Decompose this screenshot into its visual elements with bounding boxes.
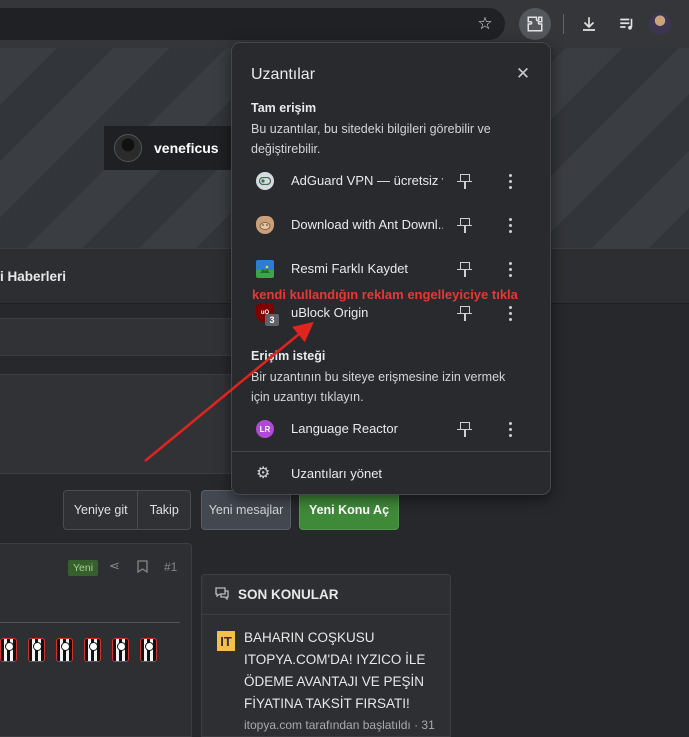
blocked-count-badge: 3 [265,314,279,326]
emoji-row [0,638,157,662]
extension-name: Download with Ant Downl... [291,217,443,232]
address-bar[interactable] [0,8,505,40]
extension-name: Resmi Farklı Kaydet [291,261,409,276]
username: veneficus [154,140,219,156]
pin-icon[interactable] [456,171,474,191]
toolbar-separator [563,14,564,34]
besiktas-emoji-icon [140,638,157,662]
itopya-logo-icon: IT [217,631,235,651]
new-messages-button[interactable]: Yeni mesajlar [201,490,291,530]
post-number[interactable]: #1 [164,560,177,574]
share-icon[interactable]: ⋖ [109,558,120,574]
breadcrumb-bar [0,318,260,356]
go-to-new-button[interactable]: Yeniye git [64,491,139,529]
new-topic-button[interactable]: Yeni Konu Aç [299,490,399,530]
besiktas-emoji-icon [84,638,101,662]
more-options-icon[interactable] [500,168,520,194]
widget-title: SON KONULAR [238,587,339,602]
extension-row-language-reactor[interactable]: LR Language Reactor [232,407,550,451]
gear-icon: ⚙ [256,465,271,482]
ant-downloader-icon [256,216,274,234]
profile-avatar[interactable] [649,13,671,35]
language-reactor-icon: LR [256,420,274,438]
topic-meta: itopya.com tarafından başlatıldı · 31 [244,718,435,732]
thread-header [0,374,260,474]
divider [0,622,180,623]
extension-row-adguard[interactable]: AdGuard VPN — ücretsiz v... [232,159,550,203]
access-request-description: Bir uzantının bu siteye erişmesine izin … [251,370,506,404]
follow-button[interactable]: Takip [138,491,190,529]
latest-topics-widget: SON KONULAR IT BAHARIN COŞKUSU ITOPYA.CO… [201,574,451,737]
extensions-puzzle-icon[interactable] [519,8,551,40]
avatar [114,134,142,162]
besiktas-emoji-icon [0,638,17,662]
first-post: Yeni ⋖ #1 [0,543,192,737]
new-badge: Yeni [68,560,99,576]
access-request-heading: Erişim isteği [251,349,326,363]
manage-extensions-label: Uzantıları yönet [291,466,383,481]
pin-icon[interactable] [456,419,474,439]
extension-row-ant-downloader[interactable]: Download with Ant Downl... [232,203,550,247]
extension-name: uBlock Origin [291,305,369,320]
extension-row-save-image[interactable]: Resmi Farklı Kaydet [232,247,550,291]
besiktas-emoji-icon [112,638,129,662]
pin-icon[interactable] [456,215,474,235]
user-chip[interactable]: veneficus [104,126,232,170]
nav-label[interactable]: i Haberleri [0,269,66,284]
extensions-popup: Uzantılar ✕ Tam erişim Bu uzantılar, bu … [231,42,551,495]
more-options-icon[interactable] [500,300,520,326]
annotation-text: kendi kullandığın reklam engelleyiciye t… [252,287,518,302]
topic-link[interactable]: BAHARIN COŞKUSU ITOPYA.COM'DA! IYZICO İL… [244,627,444,715]
full-access-heading: Tam erişim [251,101,317,115]
manage-extensions-item[interactable]: ⚙ Uzantıları yönet [232,453,550,493]
extension-name: AdGuard VPN — ücretsiz v... [291,173,443,188]
extension-name: Language Reactor [291,421,398,436]
save-image-as-icon [256,260,274,278]
adguard-vpn-icon [256,172,274,190]
pin-icon[interactable] [456,259,474,279]
browser-toolbar: ☆ [0,0,689,48]
bookmark-star-icon[interactable]: ☆ [469,8,501,40]
besiktas-emoji-icon [56,638,73,662]
bookmark-icon[interactable] [137,558,148,576]
full-access-description: Bu uzantılar, bu sitedeki bilgileri göre… [251,122,491,156]
besiktas-emoji-icon [28,638,45,662]
divider [232,451,550,452]
download-icon[interactable] [573,8,605,40]
widget-header: SON KONULAR [202,575,450,615]
close-icon[interactable]: ✕ [512,63,534,85]
more-options-icon[interactable] [500,256,520,282]
thread-actions: Yeniye git Takip [63,490,191,530]
pin-icon[interactable] [456,303,474,323]
more-options-icon[interactable] [500,416,520,442]
more-options-icon[interactable] [500,212,520,238]
media-queue-icon[interactable] [611,8,643,40]
popup-title: Uzantılar [251,66,316,83]
comments-icon [214,586,230,603]
